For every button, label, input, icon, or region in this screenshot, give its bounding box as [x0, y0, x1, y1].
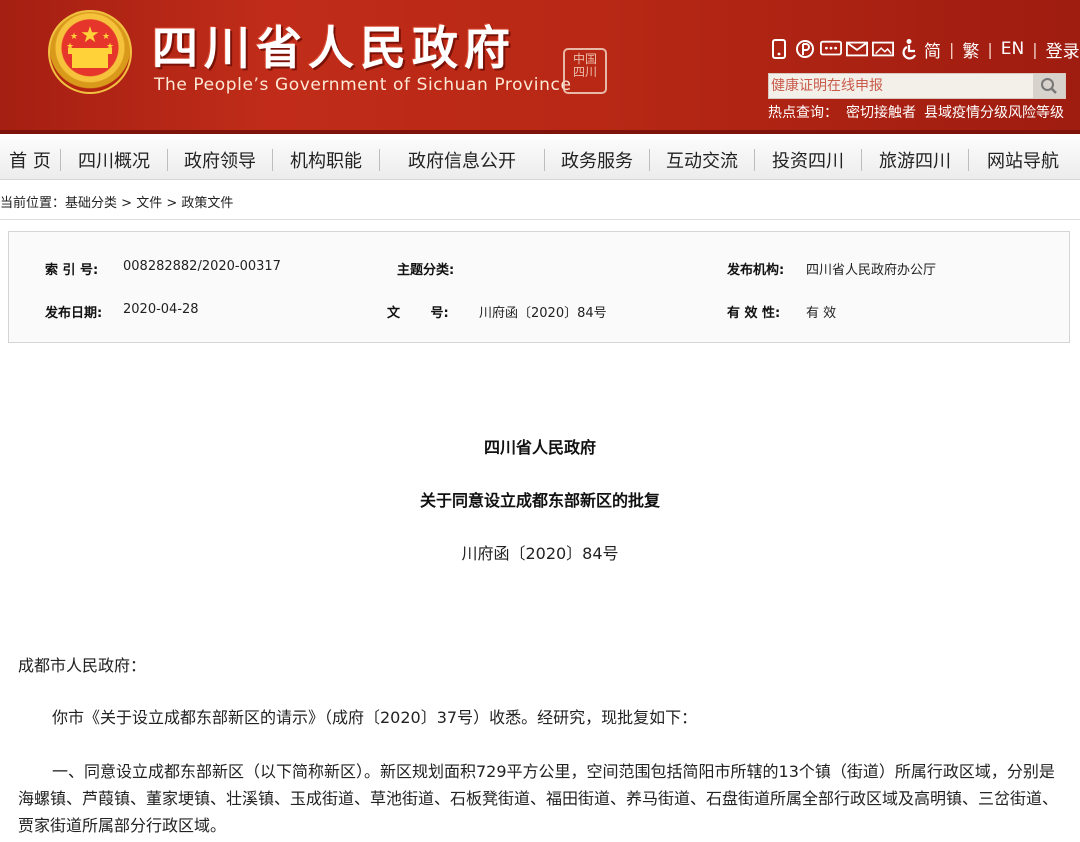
accessibility-icon[interactable]: [898, 38, 920, 60]
search-input[interactable]: [769, 74, 1031, 98]
main-nav: 首 页 四川概况 政府领导 机构职能 政府信息公开 政务服务 互动交流 投资四川…: [0, 140, 1080, 180]
date-label: 发布日期:: [45, 306, 103, 321]
nav-sichuan-overview[interactable]: 四川概况: [61, 140, 167, 180]
nav-agency-functions[interactable]: 机构职能: [273, 140, 379, 180]
site-title-english: The People’s Government of Sichuan Provi…: [154, 75, 572, 95]
document-issuer: 四川省人民政府: [483, 438, 596, 457]
lang-divider: |: [987, 39, 993, 59]
breadcrumb-documents[interactable]: 文件: [136, 196, 162, 211]
doc-number-label: 文 号:: [387, 306, 449, 321]
paragraph-intro: 你市《关于设立成都东部新区的请示》（成府〔2020〕37号）收悉。经研究，现批复…: [52, 708, 698, 727]
lang-traditional-link[interactable]: 繁: [962, 37, 979, 62]
breadcrumb-policy-documents[interactable]: 政策文件: [181, 196, 233, 211]
document-title: 关于同意设立成都东部新区的批复: [419, 491, 660, 510]
document-number: 川府函〔2020〕84号: [461, 544, 619, 563]
breadcrumb-separator: >: [121, 196, 133, 211]
hot-search: 热点查询： 密切接触者 县域疫情分级风险等级: [768, 102, 1064, 122]
hot-link-close-contacts[interactable]: 密切接触者: [846, 105, 916, 121]
nav-interaction[interactable]: 互动交流: [650, 140, 754, 180]
search-icon: [1041, 78, 1057, 94]
lang-simplified-link[interactable]: 简: [924, 37, 941, 62]
paragraph-item-1: 一、同意设立成都东部新区（以下简称新区）。新区规划面积729平方公里，空间范围包…: [18, 762, 1059, 835]
index-label: 索 引 号:: [45, 263, 99, 278]
search-box: [768, 73, 1066, 99]
login-link[interactable]: 登录: [1046, 37, 1080, 62]
mobile-icon[interactable]: [768, 38, 790, 60]
nav-site-map[interactable]: 网站导航: [969, 140, 1077, 180]
seal-logo: 中国 四川: [563, 48, 607, 94]
document-info-panel: 索 引 号: 008282882/2020-00317 主题分类: 发布机构: …: [8, 231, 1070, 343]
nav-tour-sichuan[interactable]: 旅游四川: [862, 140, 968, 180]
weibo-icon[interactable]: [794, 38, 816, 60]
nav-government-leaders[interactable]: 政府领导: [168, 140, 272, 180]
nav-invest-sichuan[interactable]: 投资四川: [755, 140, 861, 180]
top-toolbar: 简 | 繁 | EN | 登录: [768, 36, 1080, 62]
message-icon[interactable]: [820, 38, 842, 60]
hot-search-label: 热点查询：: [768, 105, 838, 121]
nav-government-services[interactable]: 政务服务: [545, 140, 649, 180]
index-value: 008282882/2020-00317: [123, 259, 281, 274]
lang-divider: |: [1032, 39, 1038, 59]
topic-label: 主题分类:: [397, 263, 455, 278]
lang-english-link[interactable]: EN: [1001, 39, 1024, 59]
national-emblem-icon: ★ ★ ★ ★ ★: [48, 10, 132, 94]
mail-icon[interactable]: [846, 38, 868, 60]
search-button[interactable]: [1033, 74, 1065, 98]
site-title[interactable]: 四川省人民政府: [152, 12, 516, 78]
validity-value: 有 效: [806, 306, 837, 321]
breadcrumb-divider: [0, 219, 1080, 220]
nav-home[interactable]: 首 页: [0, 140, 60, 180]
addressee: 成都市人民政府：: [18, 656, 147, 675]
org-label: 发布机构:: [727, 263, 785, 278]
org-value: 四川省人民政府办公厅: [806, 263, 937, 278]
date-value: 2020-04-28: [123, 302, 199, 317]
gallery-icon[interactable]: [872, 38, 894, 60]
lang-divider: |: [949, 39, 955, 59]
breadcrumb-separator: >: [166, 196, 178, 211]
nav-information-disclosure[interactable]: 政府信息公开: [380, 140, 544, 180]
breadcrumb: 当前位置：基础分类 > 文件 > 政策文件: [0, 192, 233, 211]
breadcrumb-prefix: 当前位置：: [0, 196, 66, 211]
breadcrumb-basic-category[interactable]: 基础分类: [65, 196, 117, 211]
doc-number-value: 川府函〔2020〕84号: [479, 306, 607, 321]
validity-label: 有 效 性:: [727, 306, 781, 321]
hot-link-risk-levels[interactable]: 县域疫情分级风险等级: [924, 105, 1064, 121]
header-banner: ★ ★ ★ ★ ★ 四川省人民政府 The People’s Governmen…: [0, 0, 1080, 134]
